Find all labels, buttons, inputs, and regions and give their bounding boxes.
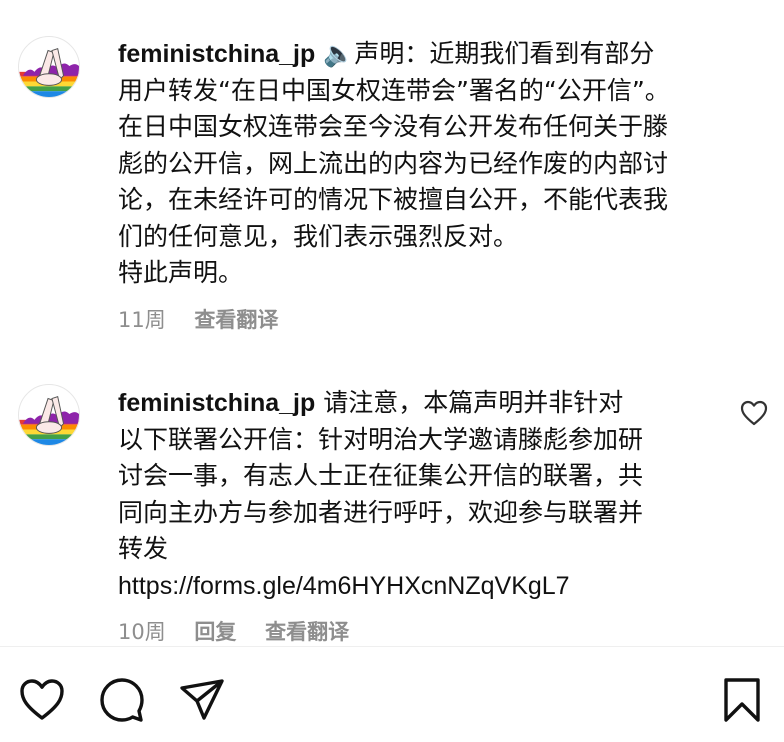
comment-line: feministchina_jp 请注意，本篇声明并非针对 xyxy=(118,388,624,417)
username[interactable]: feministchina_jp xyxy=(118,389,315,417)
comment-line: feministchina_jp 🔈声明：近期我们看到有部分 xyxy=(118,39,655,68)
comment-line: 用户转发“在日中国女权连带会”署名的“公开信”。 xyxy=(118,75,670,105)
share-icon[interactable] xyxy=(178,676,226,724)
comment-line: 们的任何意见，我们表示强烈反对。 xyxy=(118,221,519,251)
comment-icon[interactable] xyxy=(98,676,146,724)
comment-text: feministchina_jp 🔈声明：近期我们看到有部分 用户转发“在日中国… xyxy=(118,36,738,292)
comment-meta: 10周 回复 查看翻译 xyxy=(118,617,371,647)
like-comment-icon[interactable] xyxy=(740,400,768,426)
timestamp: 10周 xyxy=(118,620,166,644)
see-translation-button[interactable]: 查看翻译 xyxy=(265,620,349,644)
comment-line: 在日中国女权连带会至今没有公开发布任何关于滕 xyxy=(118,112,669,141)
username[interactable]: feministchina_jp xyxy=(118,40,315,68)
divider xyxy=(0,646,784,647)
comment-line: 特此声明。 xyxy=(118,258,244,287)
comment-line: 讨会一事，有志人士正在征集公开信的联署，共 xyxy=(118,461,644,490)
comment-meta: 11周 查看翻译 xyxy=(118,305,300,335)
bookmark-icon[interactable] xyxy=(718,676,766,724)
comment-line: 论，在未经许可的情况下被擅自公开，不能代表我 xyxy=(118,185,669,214)
heart-icon[interactable] xyxy=(18,676,66,724)
comment-line: 以下联署公开信：针对明治大学邀请滕彪参加研 xyxy=(118,424,644,454)
form-link[interactable]: https://forms.gle/4m6HYHXcnNZqVKgL7 xyxy=(118,568,738,605)
comment-line: 转发 xyxy=(118,534,169,563)
timestamp: 11周 xyxy=(118,308,166,332)
comment-line: 彪的公开信，网上流出的内容为已经作废的内部讨 xyxy=(118,148,669,178)
speaker-emoji: 🔈 xyxy=(323,39,355,68)
reply-button[interactable]: 回复 xyxy=(194,620,236,644)
avatar[interactable] xyxy=(18,36,80,98)
see-translation-button[interactable]: 查看翻译 xyxy=(194,308,278,332)
avatar[interactable] xyxy=(18,384,80,446)
comment-text: feministchina_jp 请注意，本篇声明并非针对 以下联署公开信：针对… xyxy=(118,385,738,604)
comment-line: 同向主办方与参加者进行呼吁，欢迎参与联署并 xyxy=(118,497,644,527)
